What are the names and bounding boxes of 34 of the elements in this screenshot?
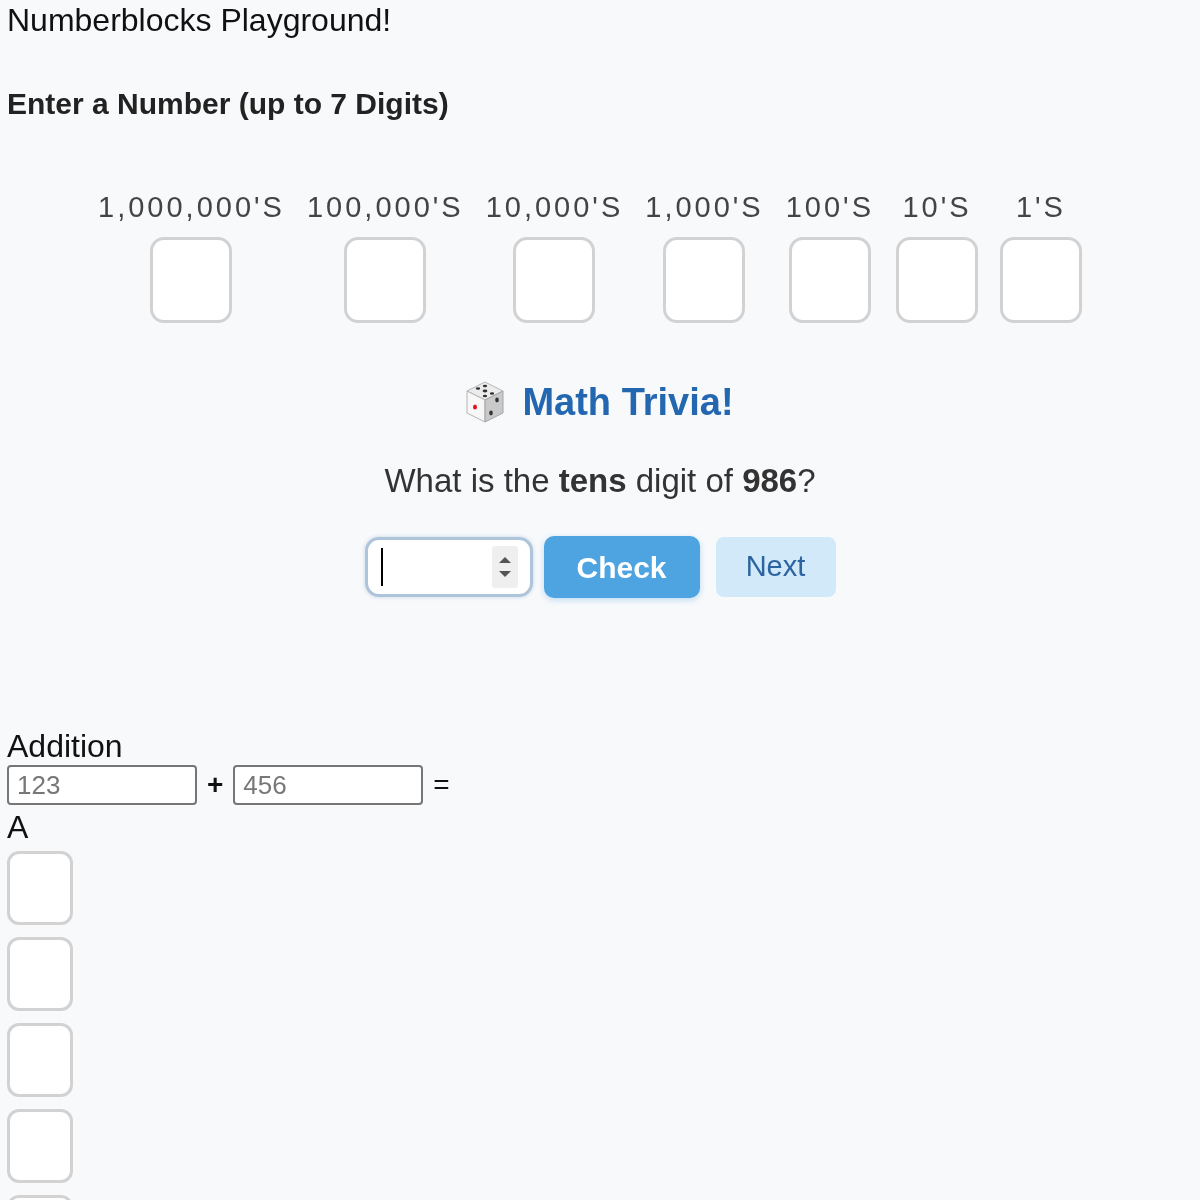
digit-input[interactable] — [999, 237, 1082, 323]
digit-input[interactable] — [7, 851, 73, 925]
equals-sign: = — [433, 769, 450, 801]
digit-input[interactable] — [7, 1109, 73, 1183]
digit-input[interactable] — [7, 937, 73, 1011]
place-value-label: 100'S — [785, 190, 874, 224]
trivia-question: What is the tens digit of 986? — [384, 461, 816, 501]
plus-sign: + — [207, 769, 224, 801]
number-input[interactable]: 123 — [7, 765, 197, 805]
next-button[interactable]: Next — [715, 537, 836, 597]
number-input[interactable]: 456 — [233, 765, 424, 805]
digit-input[interactable] — [663, 237, 746, 323]
place-value-label: 1,000,000'S — [98, 190, 285, 224]
digit-input[interactable] — [150, 237, 233, 323]
answer-label: A — [7, 809, 29, 845]
digit-input[interactable] — [344, 237, 427, 323]
digit-input[interactable] — [513, 237, 596, 323]
place-value-label: 1,000'S — [645, 190, 764, 224]
text-cursor-icon — [380, 548, 383, 586]
digit-input[interactable] — [7, 1023, 73, 1097]
answer-input[interactable] — [364, 537, 533, 597]
dice-icon — [466, 381, 505, 423]
digit-input[interactable] — [788, 237, 871, 323]
page-title: Numberblocks Playground! — [6, 1, 393, 40]
digit-input[interactable] — [895, 237, 978, 323]
place-value-label: 10'S — [902, 190, 972, 224]
place-value-label: 10,000'S — [485, 190, 624, 224]
section-title: Addition — [7, 728, 123, 764]
place-value-label: 1'S — [1015, 190, 1066, 224]
place-value-label: 100,000'S — [306, 190, 464, 224]
trivia-title: Math Trivia! — [522, 380, 734, 424]
check-button[interactable]: Check — [543, 536, 700, 598]
up-down-arrows-icon[interactable] — [491, 546, 518, 588]
section-heading: Enter a Number (up to 7 Digits) — [6, 86, 450, 122]
